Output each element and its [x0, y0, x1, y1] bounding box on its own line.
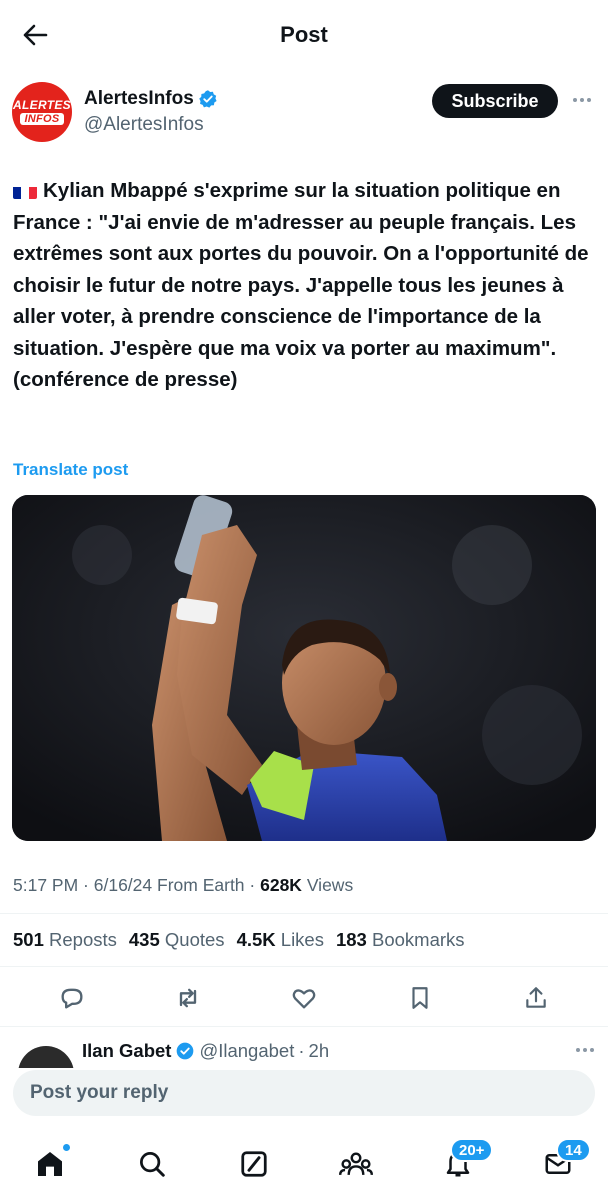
bookmarks-stat[interactable]: 183 Bookmarks	[336, 929, 465, 951]
avatar-text-line1: ALERTES	[13, 98, 71, 112]
player-photo-illustration	[12, 495, 596, 841]
avatar[interactable]: ALERTES INFOS	[12, 82, 72, 142]
post-source: From Earth	[157, 875, 245, 895]
author-row: ALERTES INFOS AlertesInfos @AlertesInfos…	[12, 82, 596, 146]
communities-icon	[339, 1152, 373, 1176]
top-bar: Post	[0, 0, 608, 72]
more-options-icon[interactable]	[576, 1048, 594, 1052]
notifications-badge: 20+	[450, 1138, 494, 1162]
verified-badge-icon	[177, 1042, 194, 1060]
post-text-container: Kylian Mbappé s'exprime sur la situation…	[13, 175, 598, 396]
tab-messages[interactable]: 14	[538, 1138, 591, 1184]
translate-post-link[interactable]: Translate post	[13, 460, 128, 480]
bottom-tab-bar: 20+ 14	[0, 1130, 608, 1200]
reply-button[interactable]	[54, 980, 90, 1016]
home-icon	[38, 1152, 62, 1176]
subscribe-button[interactable]: Subscribe	[432, 84, 558, 118]
repost-button[interactable]	[170, 980, 206, 1016]
avatar-text-line2: INFOS	[20, 113, 64, 125]
author-name-row[interactable]: AlertesInfos	[84, 88, 218, 110]
post-text: Kylian Mbappé s'exprime sur la situation…	[13, 179, 589, 391]
like-button[interactable]	[286, 980, 322, 1016]
post-image[interactable]	[12, 495, 596, 841]
reply-author-handle[interactable]: @Ilangabet	[199, 1040, 294, 1062]
home-notification-dot	[61, 1142, 72, 1153]
grok-icon	[241, 1151, 267, 1177]
post-actions	[0, 980, 608, 1016]
views-label: Views	[306, 875, 354, 895]
reposts-stat[interactable]: 501 Reposts	[13, 929, 117, 951]
search-icon	[140, 1152, 165, 1177]
tab-grok[interactable]	[234, 1144, 274, 1184]
verified-badge-icon	[199, 90, 217, 108]
repost-icon	[179, 988, 197, 1008]
heart-icon	[292, 989, 316, 1009]
more-options-icon[interactable]	[570, 90, 594, 110]
views-count: 628K	[260, 875, 302, 895]
reply-preview[interactable]: Ilan Gabet @Ilangabet · 2h	[0, 1028, 608, 1068]
author-display-name[interactable]: AlertesInfos	[84, 88, 194, 110]
post-time: 5:17 PM	[13, 875, 79, 895]
bookmark-icon	[412, 987, 428, 1009]
share-button[interactable]	[518, 980, 554, 1016]
quotes-stat[interactable]: 435 Quotes	[129, 929, 225, 951]
post-date: 6/16/24	[93, 875, 153, 895]
france-flag-icon	[13, 182, 37, 199]
reply-input[interactable]: Post your reply	[13, 1070, 595, 1116]
tab-home[interactable]	[30, 1142, 72, 1184]
likes-stat[interactable]: 4.5K Likes	[237, 929, 324, 951]
reply-time-separator: ·	[298, 1040, 305, 1061]
tab-search[interactable]	[132, 1144, 172, 1184]
engagement-stats: 501 Reposts 435 Quotes 4.5K Likes 183 Bo…	[13, 929, 465, 951]
bookmark-button[interactable]	[402, 980, 438, 1016]
tab-communities[interactable]	[336, 1144, 376, 1184]
divider	[0, 966, 608, 967]
reply-time: 2h	[308, 1040, 330, 1061]
reply-icon	[61, 988, 83, 1009]
share-icon	[526, 987, 546, 1008]
divider	[0, 1026, 608, 1027]
messages-badge: 14	[556, 1138, 591, 1162]
author-handle[interactable]: @AlertesInfos	[84, 114, 204, 136]
reply-author-name[interactable]: Ilan Gabet	[82, 1040, 171, 1062]
divider	[0, 913, 608, 914]
page-title: Post	[280, 22, 328, 47]
reply-avatar[interactable]	[18, 1046, 74, 1068]
tab-notifications[interactable]: 20+	[438, 1138, 494, 1184]
post-meta: 5:17 PM · 6/16/24 From Earth · 628K View…	[13, 875, 354, 895]
reply-author-row: Ilan Gabet @Ilangabet · 2h	[82, 1040, 329, 1062]
